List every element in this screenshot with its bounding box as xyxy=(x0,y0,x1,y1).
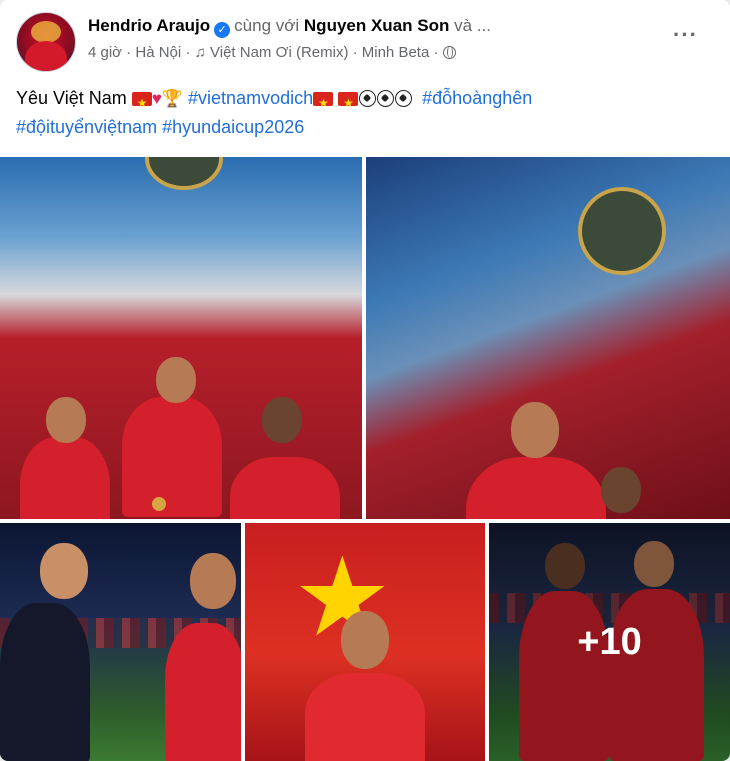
player-head xyxy=(262,397,302,443)
soccer-ball-icon xyxy=(395,90,413,107)
author-name[interactable]: Hendrio Araujo xyxy=(88,16,210,35)
more-photos-overlay[interactable]: +10 xyxy=(489,523,730,761)
coach-head xyxy=(40,543,88,599)
player-figure xyxy=(122,397,222,517)
post-time[interactable]: 4 giờ xyxy=(88,44,122,61)
trophy-image xyxy=(578,187,666,275)
medal xyxy=(152,497,166,511)
player-figure xyxy=(230,457,340,519)
player-head xyxy=(601,467,641,513)
hashtag-hyundaicup2026[interactable]: #hyundaicup2026 xyxy=(162,117,304,137)
hashtag-vietnamvodich[interactable]: #vietnamvodich xyxy=(188,88,313,108)
with-text: cùng với xyxy=(234,16,300,35)
verified-badge-icon: ✓ xyxy=(214,22,231,38)
tagged-person[interactable]: Nguyen Xuan Son xyxy=(304,16,449,35)
caption-intro: Yêu Việt Nam xyxy=(16,88,127,108)
post-location[interactable]: Hà Nội xyxy=(135,44,181,61)
vietnam-flag-icon xyxy=(338,89,359,118)
trophy-image xyxy=(145,157,223,190)
trophy-icon: 🏆 xyxy=(161,89,184,108)
player-figure xyxy=(466,457,606,519)
and-more-link[interactable]: và ... xyxy=(454,16,491,35)
avatar-figure xyxy=(25,41,67,71)
player-head xyxy=(156,357,196,403)
photo-2[interactable] xyxy=(366,157,730,519)
vietnam-flag-icon xyxy=(313,89,334,118)
vietnam-flag-icon xyxy=(131,89,152,118)
heart-icon: ♥ xyxy=(151,89,162,108)
post-card: Hendrio Araujo ✓ cùng với Nguyen Xuan Son … xyxy=(0,0,730,761)
author-avatar[interactable] xyxy=(16,12,76,72)
author-line: Hendrio Araujo ✓ cùng với Nguyen Xuan Son … xyxy=(88,16,491,38)
hashtag-dohoanghen[interactable]: #đỗhoànghên xyxy=(422,88,532,108)
more-options-button[interactable]: ··· xyxy=(673,22,698,48)
player-head xyxy=(190,553,236,609)
photo-3[interactable] xyxy=(0,523,241,761)
player-figure xyxy=(305,673,425,761)
player-figure xyxy=(165,623,241,761)
globe-icon[interactable] xyxy=(442,46,456,59)
post-music[interactable]: Việt Nam Ơi (Remix) · Minh Beta xyxy=(210,44,429,61)
post-header: Hendrio Araujo ✓ cùng với Nguyen Xuan Son … xyxy=(16,12,718,72)
avatar-trophy-glow xyxy=(31,21,61,43)
player-figure xyxy=(20,437,110,519)
soccer-ball-icon xyxy=(377,90,395,107)
more-photos-count: +10 xyxy=(577,620,642,663)
post-caption: Yêu Việt Nam ♥🏆 #vietnamvodich #đỗhoàngh… xyxy=(16,84,706,142)
post-meta: 4 giờ · Hà Nội · ♫ Việt Nam Ơi (Remix) ·… xyxy=(88,44,456,61)
photo-4[interactable]: ★ xyxy=(245,523,485,761)
coach-figure xyxy=(0,603,90,761)
player-head xyxy=(341,611,389,669)
hashtag-doituyenvietnam[interactable]: #độituyểnviệtnam xyxy=(16,117,157,137)
music-note-icon: ♫ xyxy=(194,44,206,61)
photo-1[interactable] xyxy=(0,157,362,519)
player-head xyxy=(511,402,559,458)
soccer-ball-icon xyxy=(359,90,377,107)
photo-5[interactable]: +10 xyxy=(489,523,730,761)
meta-separator: · xyxy=(126,44,136,61)
player-head xyxy=(46,397,86,443)
meta-separator: · xyxy=(185,44,195,61)
meta-separator: · xyxy=(433,44,443,61)
